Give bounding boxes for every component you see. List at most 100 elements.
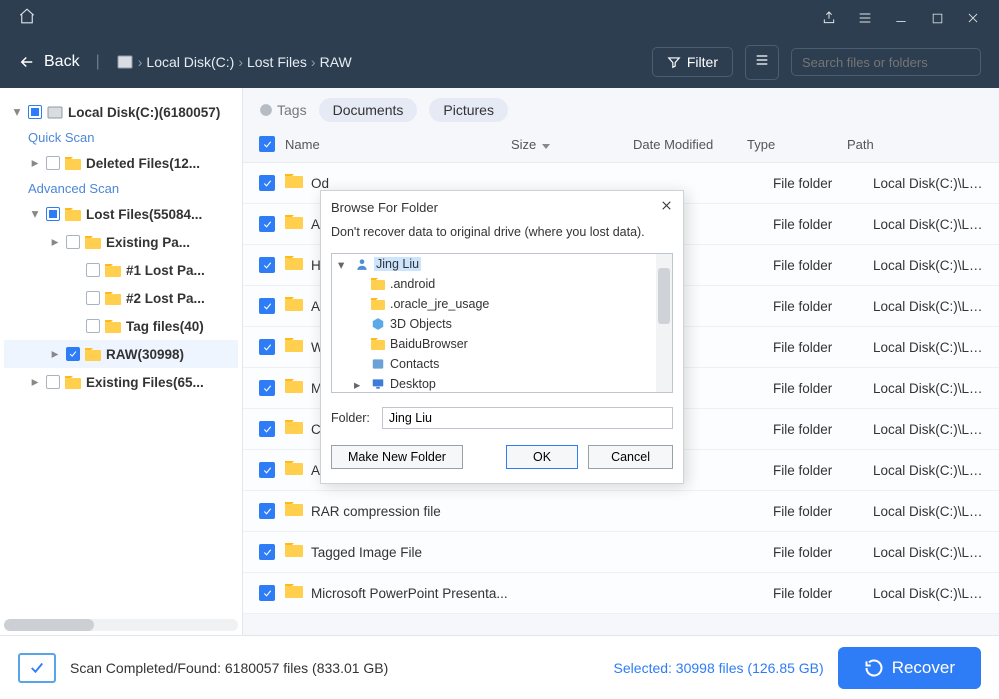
- checkbox[interactable]: [86, 263, 100, 277]
- folder-input[interactable]: [382, 407, 673, 429]
- menu-icon[interactable]: [847, 0, 883, 36]
- tree-label: Deleted Files(12...: [86, 156, 200, 171]
- chevron-right-icon[interactable]: ▸: [48, 346, 62, 362]
- checkbox[interactable]: [28, 105, 42, 119]
- maximize-button[interactable]: [919, 0, 955, 36]
- dialog-tree-item[interactable]: Contacts: [332, 354, 672, 374]
- dialog-tree-item[interactable]: 3D Objects: [332, 314, 672, 334]
- dialog-tree-root[interactable]: ▾ Jing Liu: [332, 254, 672, 274]
- tag-pictures[interactable]: Pictures: [429, 98, 508, 122]
- breadcrumb-item[interactable]: RAW: [320, 54, 352, 70]
- share-icon[interactable]: [811, 0, 847, 36]
- tree-item-lost-pa2[interactable]: #2 Lost Pa...: [4, 284, 238, 312]
- disk-icon: [116, 53, 134, 71]
- col-type[interactable]: Type: [747, 137, 847, 152]
- browse-folder-dialog: Browse For Folder Don't recover data to …: [320, 190, 684, 484]
- row-checkbox[interactable]: [259, 585, 275, 601]
- col-path[interactable]: Path: [847, 137, 983, 152]
- col-size[interactable]: Size: [511, 137, 633, 152]
- search-input[interactable]: [802, 55, 978, 70]
- cell-type: File folder: [773, 463, 873, 478]
- row-checkbox[interactable]: [259, 421, 275, 437]
- folder-icon: [285, 379, 303, 397]
- table-row[interactable]: Tagged Image FileFile folderLocal Disk(C…: [243, 532, 999, 573]
- chevron-down-icon[interactable]: ▾: [10, 104, 24, 120]
- checkbox[interactable]: [46, 207, 60, 221]
- tree-item-deleted[interactable]: ▸ Deleted Files(12...: [4, 149, 238, 177]
- tree-item-lost[interactable]: ▾ Lost Files(55084...: [4, 200, 238, 228]
- filter-label: Filter: [687, 54, 718, 70]
- col-date[interactable]: Date Modified: [633, 137, 747, 152]
- row-checkbox[interactable]: [259, 380, 275, 396]
- checkbox[interactable]: [66, 347, 80, 361]
- row-checkbox[interactable]: [259, 339, 275, 355]
- cell-path: Local Disk(C:)\Lost F...: [873, 586, 983, 601]
- horizontal-scrollbar[interactable]: [4, 619, 238, 631]
- tree-item-lost-pa1[interactable]: #1 Lost Pa...: [4, 256, 238, 284]
- chevron-right-icon[interactable]: ▸: [28, 155, 42, 171]
- minimize-button[interactable]: [883, 0, 919, 36]
- folder-icon: [285, 543, 303, 561]
- checkbox[interactable]: [66, 235, 80, 249]
- tree-item-raw[interactable]: ▸ RAW(30998): [4, 340, 238, 368]
- row-checkbox[interactable]: [259, 462, 275, 478]
- chevron-right-icon[interactable]: ▸: [28, 374, 42, 390]
- row-checkbox[interactable]: [259, 503, 275, 519]
- chevron-down-icon[interactable]: ▾: [28, 206, 42, 222]
- dialog-tree-item[interactable]: ▸Desktop: [332, 374, 672, 393]
- dialog-tree-item[interactable]: .android: [332, 274, 672, 294]
- breadcrumb-item[interactable]: Local Disk(C:): [146, 54, 234, 70]
- ok-button[interactable]: OK: [506, 445, 578, 469]
- tree-item-existing-pa[interactable]: ▸ Existing Pa...: [4, 228, 238, 256]
- chevron-right-icon: ›: [138, 54, 143, 70]
- row-checkbox[interactable]: [259, 544, 275, 560]
- tag-documents[interactable]: Documents: [319, 98, 418, 122]
- tree-label: #2 Lost Pa...: [126, 291, 205, 306]
- row-checkbox[interactable]: [259, 216, 275, 232]
- table-row[interactable]: Microsoft PowerPoint Presenta...File fol…: [243, 573, 999, 614]
- select-all-checkbox[interactable]: [259, 136, 275, 152]
- scan-complete-icon: [18, 653, 56, 683]
- dialog-tree-label: Jing Liu: [374, 257, 421, 271]
- dialog-tree-item[interactable]: .oracle_jre_usage: [332, 294, 672, 314]
- recover-button[interactable]: Recover: [838, 647, 981, 689]
- dialog-folder-tree[interactable]: ▾ Jing Liu .android .oracle_jre_usage 3D O…: [331, 253, 673, 393]
- back-button[interactable]: Back: [18, 53, 80, 71]
- tree-item-tag-files[interactable]: Tag files(40): [4, 312, 238, 340]
- dialog-tree-label: .oracle_jre_usage: [390, 297, 489, 311]
- user-icon: [354, 256, 370, 272]
- table-row[interactable]: RAR compression fileFile folderLocal Dis…: [243, 491, 999, 532]
- close-button[interactable]: [955, 0, 991, 36]
- folder-icon: [104, 317, 122, 335]
- row-checkbox[interactable]: [259, 298, 275, 314]
- cancel-button[interactable]: Cancel: [588, 445, 673, 469]
- folder-icon: [64, 373, 82, 391]
- breadcrumb-item[interactable]: Lost Files: [247, 54, 307, 70]
- filter-button[interactable]: Filter: [652, 47, 733, 77]
- row-checkbox[interactable]: [259, 257, 275, 273]
- search-box[interactable]: [791, 48, 981, 76]
- home-icon[interactable]: [18, 7, 36, 30]
- chevron-right-icon[interactable]: ▸: [48, 234, 62, 250]
- cell-type: File folder: [773, 258, 873, 273]
- checkbox[interactable]: [86, 319, 100, 333]
- tree-item-existing-files[interactable]: ▸ Existing Files(65...: [4, 368, 238, 396]
- dialog-tree-item[interactable]: BaiduBrowser: [332, 334, 672, 354]
- tree-label: Tag files(40): [126, 319, 204, 334]
- list-view-button[interactable]: [745, 45, 779, 80]
- folder-icon: [285, 174, 303, 192]
- folder-icon: [84, 345, 102, 363]
- dialog-scrollbar[interactable]: [656, 254, 672, 392]
- checkbox[interactable]: [46, 375, 60, 389]
- dialog-close-button[interactable]: [660, 199, 673, 215]
- row-checkbox[interactable]: [259, 175, 275, 191]
- col-name[interactable]: Name: [285, 137, 511, 152]
- dialog-tree-label: BaiduBrowser: [390, 337, 468, 351]
- checkbox[interactable]: [46, 156, 60, 170]
- folder-icon: [285, 461, 303, 479]
- chevron-right-icon[interactable]: ▸: [354, 377, 366, 392]
- chevron-down-icon[interactable]: ▾: [338, 257, 350, 272]
- checkbox[interactable]: [86, 291, 100, 305]
- make-new-folder-button[interactable]: Make New Folder: [331, 445, 463, 469]
- tree-root[interactable]: ▾ Local Disk(C:)(6180057): [4, 98, 238, 126]
